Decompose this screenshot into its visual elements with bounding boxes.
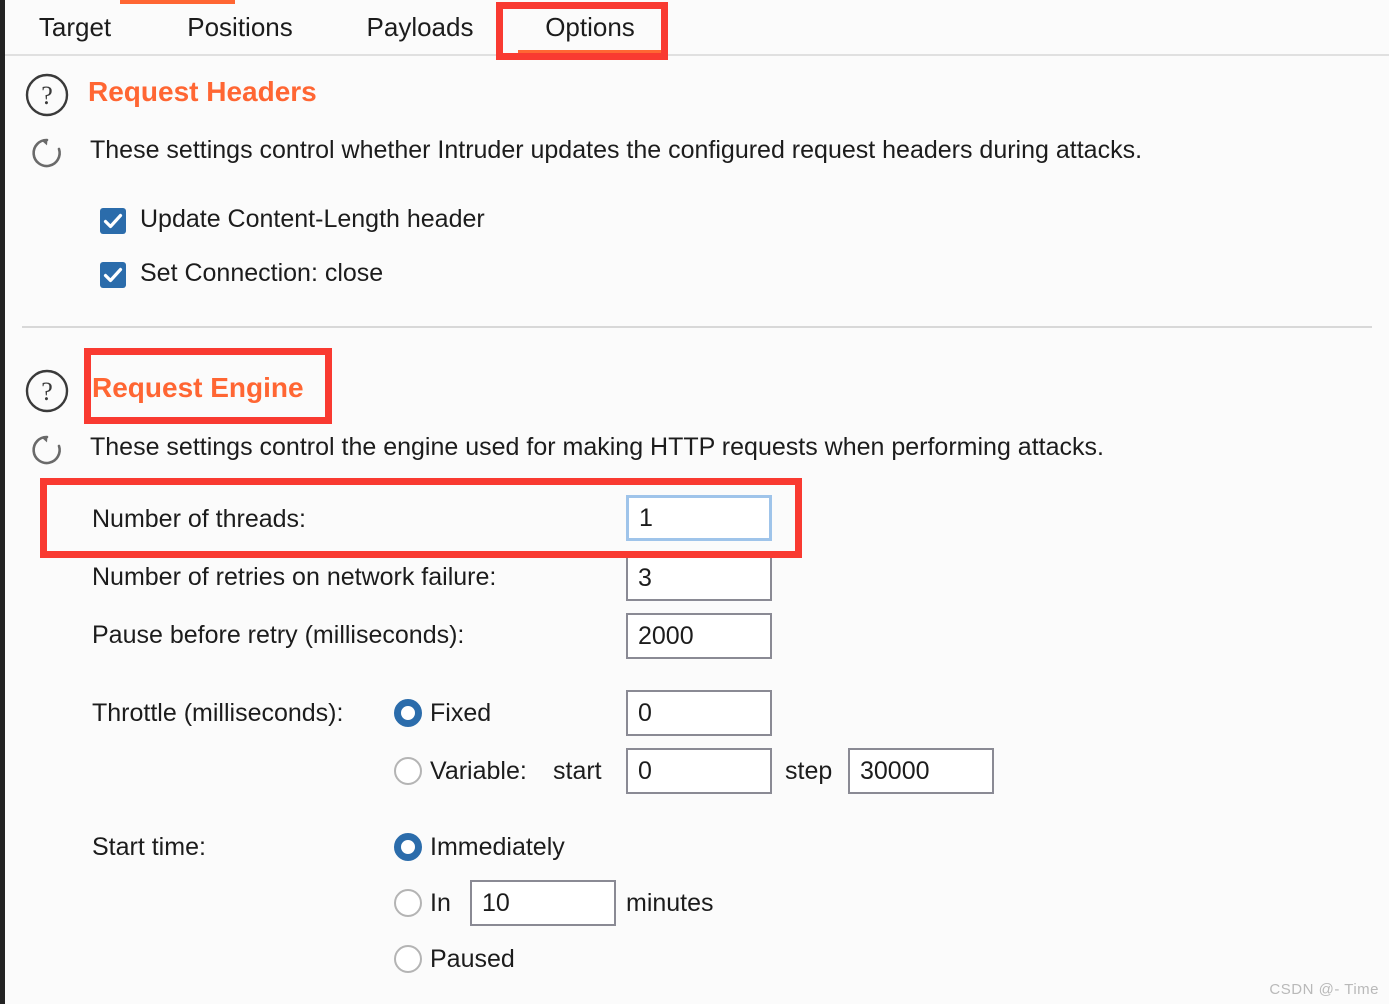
pause-before-retry-label: Pause before retry (milliseconds): — [92, 621, 465, 649]
svg-text:?: ? — [41, 81, 53, 110]
radio-throttle-fixed-label: Fixed — [430, 699, 492, 727]
radio-start-in-label: In — [430, 889, 451, 917]
tab-target[interactable]: Target — [15, 0, 135, 54]
request-headers-description: These settings control whether Intruder … — [90, 136, 1143, 164]
start-in-minutes-label: minutes — [626, 889, 714, 917]
radio-throttle-variable[interactable] — [394, 757, 422, 785]
throttle-start-input[interactable] — [626, 748, 772, 794]
radio-throttle-variable-label: Variable: — [430, 757, 527, 785]
tab-target-label: Target — [38, 12, 112, 42]
svg-text:?: ? — [41, 377, 53, 406]
refresh-icon[interactable] — [27, 133, 67, 173]
radio-start-paused[interactable] — [394, 945, 422, 973]
section-divider — [22, 326, 1372, 328]
request-engine-title: Request Engine — [92, 372, 304, 403]
radio-throttle-fixed[interactable] — [394, 699, 422, 727]
csdn-watermark: CSDN @- Time — [1269, 981, 1379, 998]
number-of-retries-label: Number of retries on network failure: — [92, 563, 497, 591]
checkbox-checked-icon — [100, 262, 126, 288]
refresh-icon[interactable] — [27, 430, 67, 470]
request-engine-description: These settings control the engine used f… — [90, 433, 1104, 461]
number-of-threads-input[interactable] — [626, 495, 772, 541]
left-edge-rail — [0, 0, 5, 1004]
radio-start-in[interactable] — [394, 889, 422, 917]
tab-options-underline — [518, 50, 662, 54]
tab-payloads[interactable]: Payloads — [345, 0, 495, 54]
tab-payloads-label: Payloads — [366, 12, 474, 42]
number-of-threads-label: Number of threads: — [92, 505, 306, 533]
throttle-fixed-input[interactable] — [626, 690, 772, 736]
tab-positions-label: Positions — [187, 12, 293, 42]
question-circle-icon[interactable]: ? — [24, 368, 70, 414]
question-circle-icon[interactable]: ? — [24, 72, 70, 118]
tab-positions[interactable]: Positions — [160, 0, 320, 54]
checkbox-set-connection-close-label: Set Connection: close — [140, 259, 384, 287]
throttle-label: Throttle (milliseconds): — [92, 699, 344, 727]
tab-options[interactable]: Options — [510, 0, 670, 54]
checkbox-update-content-length-label: Update Content-Length header — [140, 205, 485, 233]
tab-options-label: Options — [545, 12, 635, 42]
number-of-retries-input[interactable] — [626, 555, 772, 601]
start-in-minutes-input[interactable] — [470, 880, 616, 926]
intruder-tab-bar: Target Positions Payloads Options — [5, 0, 1389, 56]
request-headers-title: Request Headers — [88, 76, 317, 107]
pause-before-retry-input[interactable] — [626, 613, 772, 659]
throttle-step-label: step — [785, 757, 833, 785]
throttle-step-input[interactable] — [848, 748, 994, 794]
throttle-start-label: start — [553, 757, 602, 785]
radio-start-immediately-label: Immediately — [430, 833, 565, 861]
checkbox-checked-icon — [100, 208, 126, 234]
radio-start-paused-label: Paused — [430, 945, 515, 973]
radio-start-immediately[interactable] — [394, 833, 422, 861]
start-time-label: Start time: — [92, 833, 206, 861]
